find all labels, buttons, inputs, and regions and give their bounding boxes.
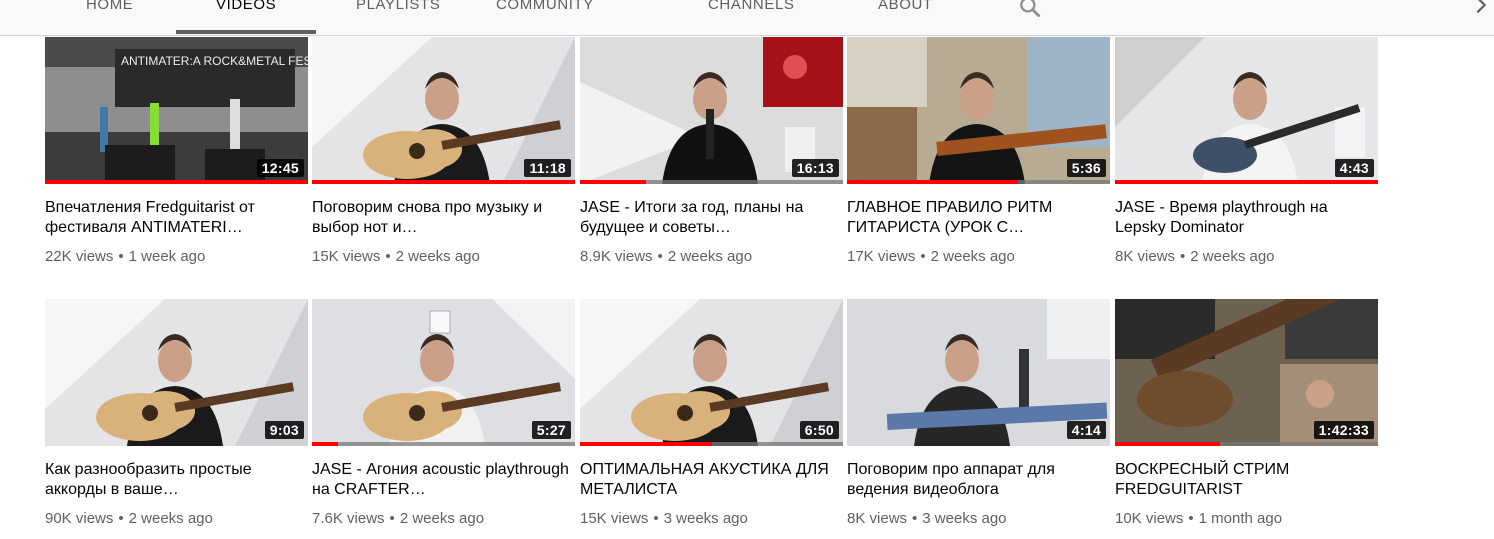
video-title[interactable]: Поговорим снова про музыку и выбор нот и… bbox=[312, 198, 575, 238]
view-count: 17K views bbox=[847, 248, 916, 265]
watch-progress-bar bbox=[312, 442, 575, 446]
watch-progress-fill bbox=[847, 180, 1018, 184]
video-card[interactable]: 1:42:33 ВОСКРЕСНЫЙ СТРИМ FREDGUITARIST 1… bbox=[1115, 299, 1378, 527]
view-count: 7.6K views bbox=[312, 510, 385, 527]
watch-progress-bar bbox=[847, 180, 1110, 184]
video-meta: 17K views • 2 weeks ago bbox=[847, 248, 1015, 265]
duration-badge: 16:13 bbox=[791, 159, 839, 177]
video-thumbnail[interactable]: 9:03 bbox=[45, 299, 308, 446]
duration-badge: 12:45 bbox=[256, 159, 304, 177]
video-card[interactable]: 5:27 JASE - Агония acoustic playthrough … bbox=[312, 299, 575, 527]
video-meta: 10K views • 1 month ago bbox=[1115, 510, 1283, 527]
video-thumbnail[interactable]: 4:43 bbox=[1115, 37, 1378, 184]
upload-age: 2 weeks ago bbox=[930, 248, 1015, 265]
tab-about[interactable]: ABOUT bbox=[878, 0, 933, 15]
view-count: 15K views bbox=[312, 248, 381, 265]
video-title[interactable]: JASE - Агония acoustic playthrough на CR… bbox=[312, 460, 575, 500]
video-meta: 15K views • 2 weeks ago bbox=[312, 248, 480, 265]
video-title[interactable]: ГЛАВНОЕ ПРАВИЛО РИТМ ГИТАРИСТА (УРОК С… bbox=[847, 198, 1110, 238]
watch-progress-fill bbox=[1115, 180, 1378, 184]
upload-age: 2 weeks ago bbox=[399, 510, 485, 527]
video-card[interactable]: 4:14 Поговорим про аппарат для ведения в… bbox=[847, 299, 1110, 527]
festival-banner-text: ANTIMATER:A ROCK&METAL FES bbox=[121, 54, 308, 68]
view-count: 8K views bbox=[847, 510, 908, 527]
video-card[interactable]: 11:18 Поговорим снова про музыку и выбор… bbox=[312, 37, 575, 265]
upload-age: 3 weeks ago bbox=[663, 510, 748, 527]
video-thumbnail[interactable]: 4:14 bbox=[847, 299, 1110, 446]
duration-badge: 5:27 bbox=[531, 421, 571, 439]
watch-progress-bar bbox=[1115, 442, 1378, 446]
search-icon[interactable] bbox=[1017, 0, 1043, 20]
duration-badge: 4:14 bbox=[1066, 421, 1106, 439]
upload-age: 2 weeks ago bbox=[667, 248, 753, 265]
tab-videos[interactable]: VIDEOS bbox=[216, 0, 276, 15]
duration-badge: 5:36 bbox=[1066, 159, 1106, 177]
watch-progress-bar bbox=[45, 180, 308, 184]
view-count: 10K views bbox=[1115, 510, 1184, 527]
video-meta: 7.6K views • 2 weeks ago bbox=[312, 510, 485, 527]
watch-progress-fill bbox=[312, 442, 339, 446]
video-meta: 8.9K views • 2 weeks ago bbox=[580, 248, 753, 265]
video-meta: 15K views • 3 weeks ago bbox=[580, 510, 748, 527]
watch-progress-fill bbox=[580, 180, 646, 184]
video-title[interactable]: ВОСКРЕСНЫЙ СТРИМ FREDGUITARIST bbox=[1115, 460, 1378, 500]
video-thumbnail[interactable]: 5:36 bbox=[847, 37, 1110, 184]
video-thumbnail[interactable]: ANTIMATER:A ROCK&METAL FES 12:45 bbox=[45, 37, 308, 184]
tab-channels[interactable]: CHANNELS bbox=[708, 0, 795, 15]
video-meta: 8K views • 3 weeks ago bbox=[847, 510, 1007, 527]
upload-age: 3 weeks ago bbox=[922, 510, 1007, 527]
duration-badge: 6:50 bbox=[799, 421, 839, 439]
video-meta: 8K views • 2 weeks ago bbox=[1115, 248, 1275, 265]
upload-age: 2 weeks ago bbox=[395, 248, 480, 265]
upload-age: 1 month ago bbox=[1198, 510, 1283, 527]
video-meta: 22K views • 1 week ago bbox=[45, 248, 206, 265]
tab-playlists[interactable]: PLAYLISTS bbox=[356, 0, 440, 15]
duration-badge: 9:03 bbox=[264, 421, 304, 439]
watch-progress-bar bbox=[580, 180, 843, 184]
chevron-right-icon[interactable] bbox=[1470, 0, 1492, 16]
video-title[interactable]: ОПТИМАЛЬНАЯ АКУСТИКА ДЛЯ МЕТАЛИСТА bbox=[580, 460, 843, 500]
video-thumbnail[interactable]: 1:42:33 bbox=[1115, 299, 1378, 446]
video-card[interactable]: ANTIMATER:A ROCK&METAL FES 12:45 Впечатле… bbox=[45, 37, 308, 265]
watch-progress-fill bbox=[1115, 442, 1221, 446]
video-thumbnail[interactable]: 6:50 bbox=[580, 299, 843, 446]
watch-progress-bar bbox=[580, 442, 843, 446]
watch-progress-bar bbox=[312, 180, 575, 184]
watch-progress-bar bbox=[1115, 180, 1378, 184]
upload-age: 2 weeks ago bbox=[128, 510, 213, 527]
view-count: 90K views bbox=[45, 510, 114, 527]
video-thumbnail[interactable]: 5:27 bbox=[312, 299, 575, 446]
video-title[interactable]: JASE - Время playthrough на Lepsky Domin… bbox=[1115, 198, 1378, 238]
upload-age: 1 week ago bbox=[128, 248, 206, 265]
active-tab-indicator bbox=[176, 30, 316, 34]
video-card[interactable]: 6:50 ОПТИМАЛЬНАЯ АКУСТИКА ДЛЯ МЕТАЛИСТА … bbox=[580, 299, 843, 527]
duration-badge: 11:18 bbox=[524, 159, 571, 177]
view-count: 22K views bbox=[45, 248, 114, 265]
video-card[interactable]: 4:43 JASE - Время playthrough на Lepsky … bbox=[1115, 37, 1378, 265]
tab-community[interactable]: COMMUNITY bbox=[496, 0, 594, 15]
view-count: 15K views bbox=[580, 510, 649, 527]
video-title[interactable]: Как разнообразить простые аккорды в ваше… bbox=[45, 460, 308, 500]
video-card[interactable]: 5:36 ГЛАВНОЕ ПРАВИЛО РИТМ ГИТАРИСТА (УРО… bbox=[847, 37, 1110, 265]
view-count: 8K views bbox=[1115, 248, 1176, 265]
video-card[interactable]: 16:13 JASE - Итоги за год, планы на буду… bbox=[580, 37, 843, 265]
video-meta: 90K views • 2 weeks ago bbox=[45, 510, 213, 527]
watch-progress-fill bbox=[45, 180, 308, 184]
watch-progress-fill bbox=[580, 442, 712, 446]
upload-age: 2 weeks ago bbox=[1190, 248, 1275, 265]
video-card[interactable]: 9:03 Как разнообразить простые аккорды в… bbox=[45, 299, 308, 527]
duration-badge: 1:42:33 bbox=[1313, 421, 1374, 439]
video-title[interactable]: Впечатления Fredguitarist от фестиваля A… bbox=[45, 198, 308, 238]
video-thumbnail[interactable]: 16:13 bbox=[580, 37, 843, 184]
video-title[interactable]: Поговорим про аппарат для ведения видеоб… bbox=[847, 460, 1110, 500]
video-title[interactable]: JASE - Итоги за год, планы на будущее и … bbox=[580, 198, 843, 238]
video-thumbnail[interactable]: 11:18 bbox=[312, 37, 575, 184]
watch-progress-fill bbox=[312, 180, 575, 184]
channel-tab-bar: HOME VIDEOS PLAYLISTS COMMUNITY CHANNELS… bbox=[0, 0, 1494, 36]
view-count: 8.9K views bbox=[580, 248, 653, 265]
duration-badge: 4:43 bbox=[1334, 159, 1374, 177]
tab-home[interactable]: HOME bbox=[86, 0, 133, 15]
